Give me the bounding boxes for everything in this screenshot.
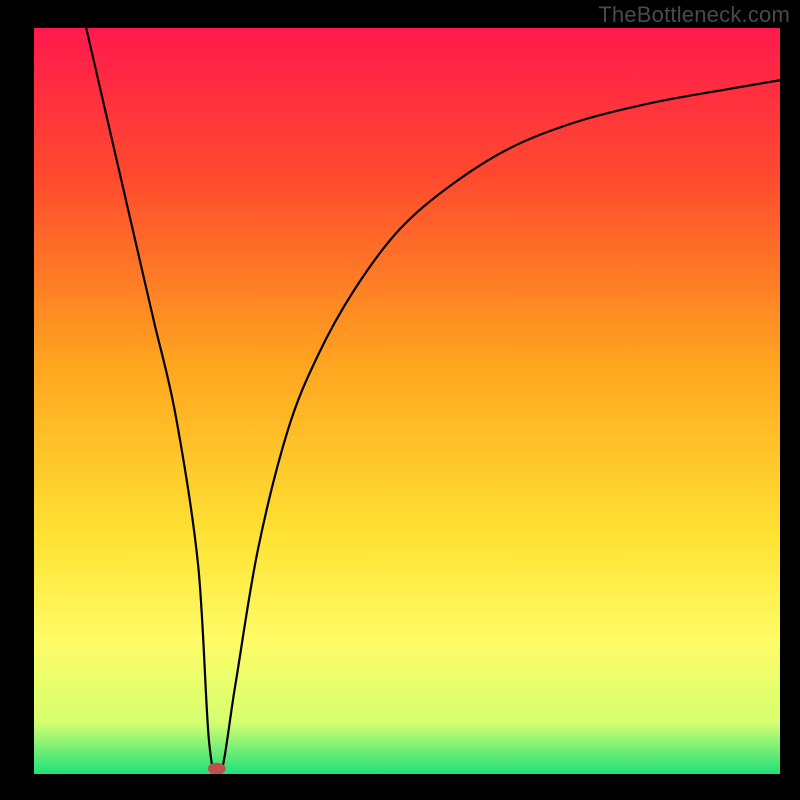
chart-frame: TheBottleneck.com	[0, 0, 800, 800]
watermark-text: TheBottleneck.com	[598, 2, 790, 28]
plot-area	[34, 28, 780, 774]
gradient-background	[34, 28, 780, 774]
chart-svg	[34, 28, 780, 774]
